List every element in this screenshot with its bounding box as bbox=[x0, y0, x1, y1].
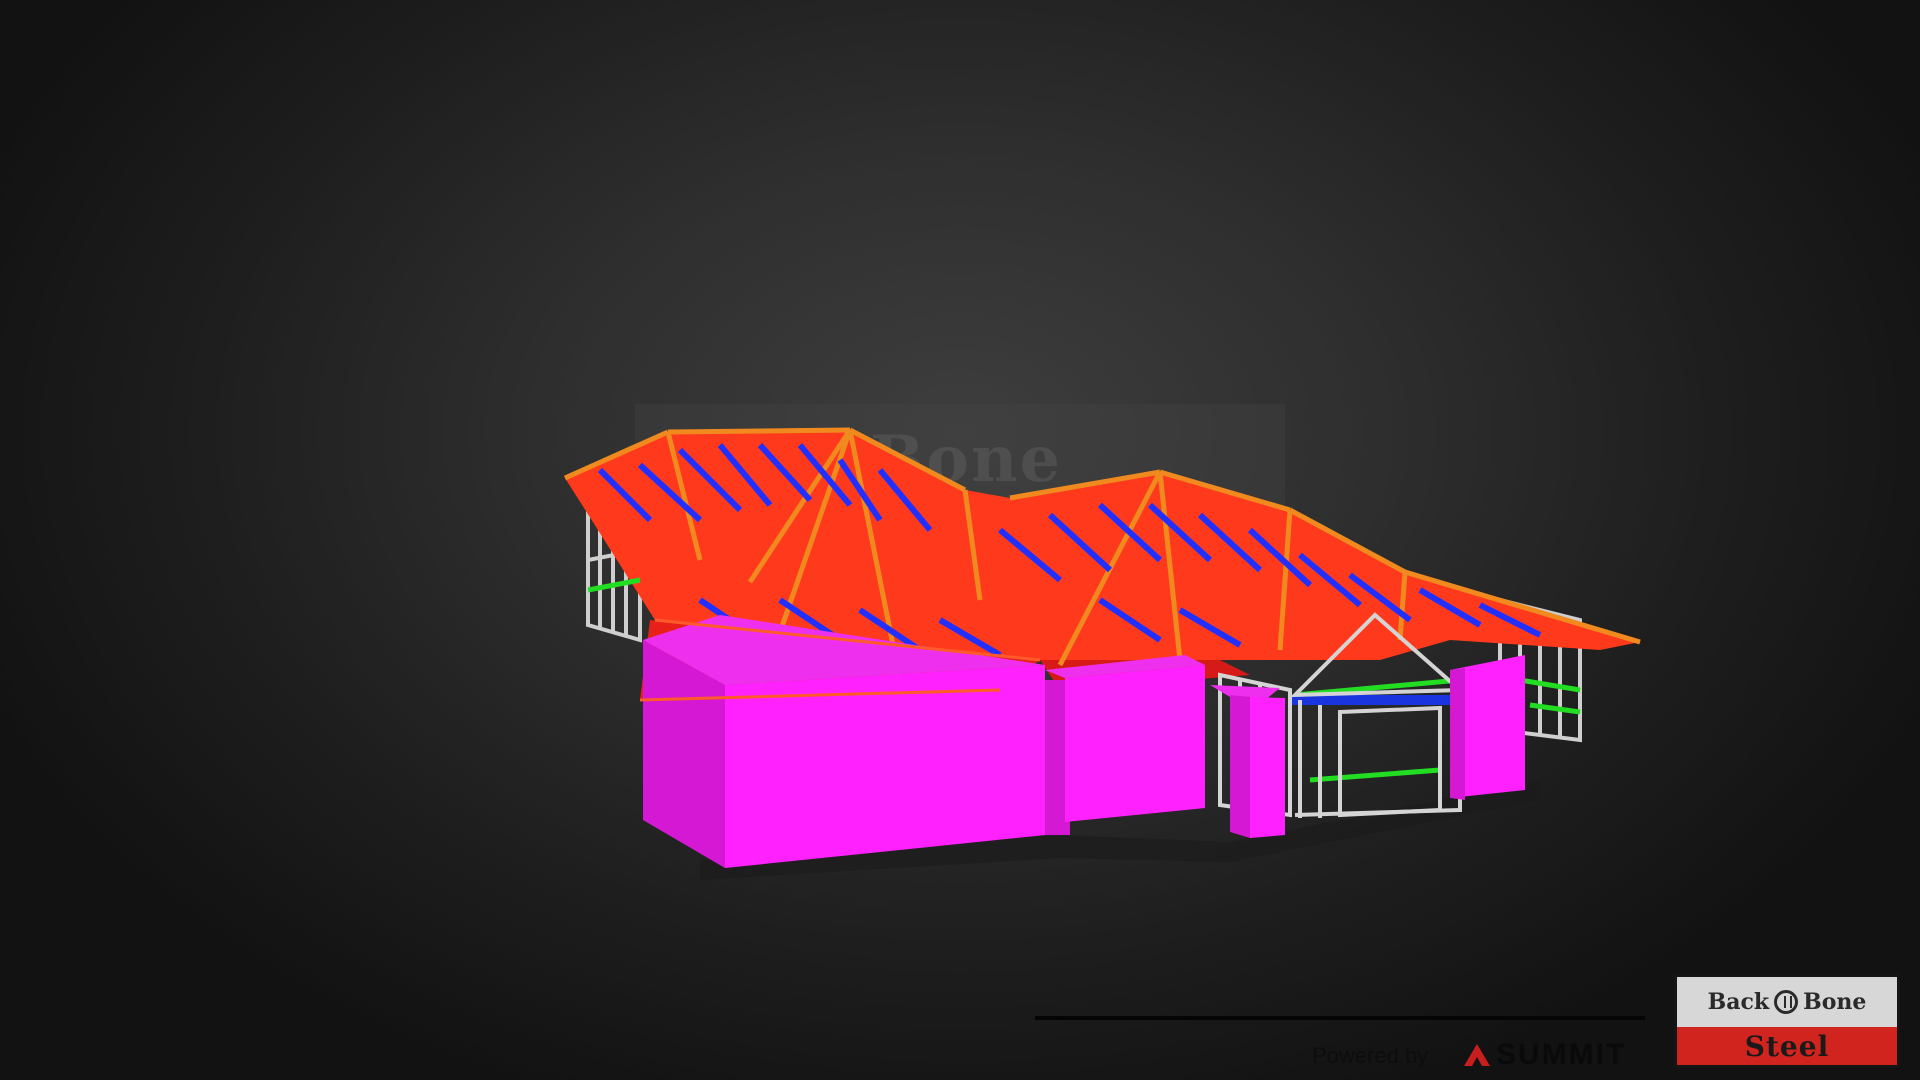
viewer-3d[interactable]: Back Bone bbox=[0, 0, 1920, 1080]
logo-top-row: Back Bone bbox=[1677, 977, 1897, 1027]
summit-brand[interactable]: SUMMIT bbox=[1496, 1038, 1626, 1072]
logo-steel-band: Steel bbox=[1677, 1027, 1897, 1065]
front-lintel bbox=[1290, 695, 1460, 705]
backbone-circle-icon bbox=[1774, 990, 1799, 1014]
column-right-side bbox=[1450, 668, 1465, 800]
logo-word-bone: Bone bbox=[1803, 989, 1867, 1015]
logo-word-back: Back bbox=[1707, 989, 1770, 1015]
column-left bbox=[1250, 697, 1285, 838]
column-left-side bbox=[1230, 695, 1250, 838]
logo-word-steel: Steel bbox=[1744, 1029, 1830, 1063]
powered-divider bbox=[1035, 1016, 1645, 1020]
powered-by-label: Powered by bbox=[1312, 1043, 1429, 1068]
summit-mountain-icon bbox=[1464, 1044, 1490, 1066]
steel-frame-model[interactable] bbox=[0, 0, 1920, 1080]
backbone-steel-logo: Back Bone Steel bbox=[1674, 974, 1900, 1068]
wall-panel-mid bbox=[1065, 665, 1205, 822]
